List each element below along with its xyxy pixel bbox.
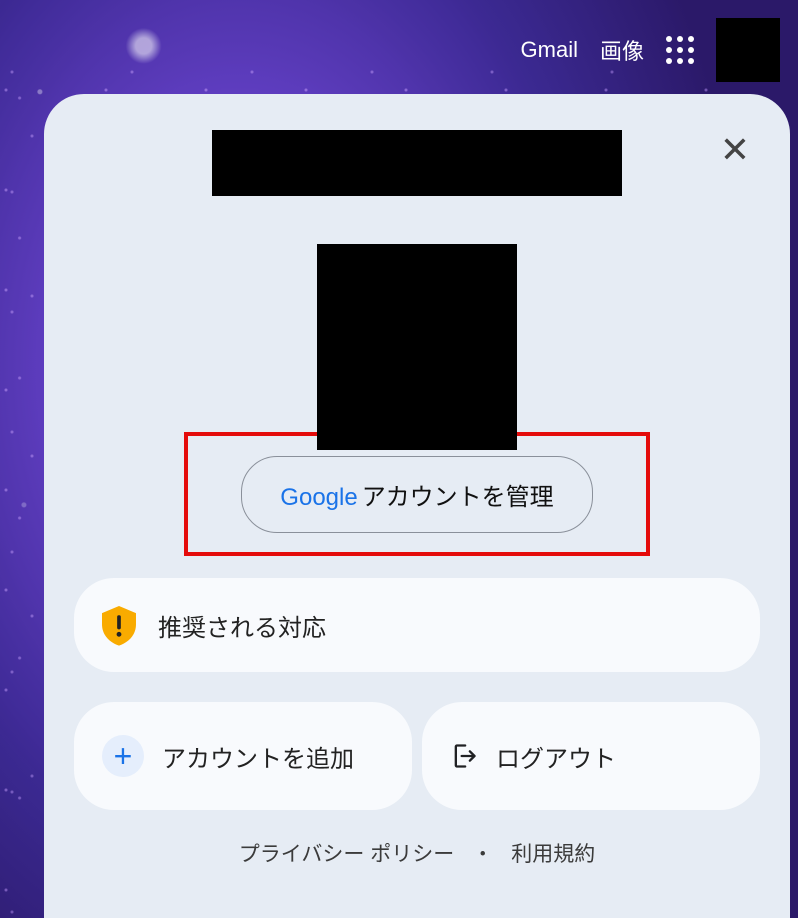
footer-separator: ・ — [472, 838, 493, 868]
highlight-annotation: Google アカウントを管理 — [184, 432, 650, 556]
manage-button-google-text: Google — [280, 484, 357, 512]
apps-grid-icon[interactable] — [666, 36, 694, 64]
gmail-link[interactable]: Gmail — [521, 37, 578, 63]
add-account-label: アカウントを追加 — [162, 739, 354, 774]
terms-link[interactable]: 利用規約 — [511, 838, 595, 868]
account-avatar-small[interactable] — [716, 18, 780, 82]
panel-footer: プライバシー ポリシー ・ 利用規約 — [239, 838, 595, 868]
recommended-actions-row[interactable]: 推奨される対応 — [74, 578, 760, 672]
account-panel: ✕ Google アカウントを管理 推奨される対応 + アカウントを追加 — [44, 94, 790, 918]
logout-button[interactable]: ログアウト — [422, 702, 760, 810]
add-account-button[interactable]: + アカウントを追加 — [74, 702, 412, 810]
account-avatar-large — [317, 244, 517, 450]
logout-icon — [450, 742, 478, 770]
plus-icon: + — [102, 735, 144, 777]
top-bar: Gmail 画像 — [521, 18, 780, 82]
manage-google-account-button[interactable]: Google アカウントを管理 — [241, 456, 592, 533]
images-link[interactable]: 画像 — [600, 34, 644, 66]
logout-label: ログアウト — [496, 739, 616, 774]
close-icon[interactable]: ✕ — [720, 132, 750, 168]
privacy-policy-link[interactable]: プライバシー ポリシー — [239, 838, 454, 868]
account-actions-row: + アカウントを追加 ログアウト — [74, 702, 760, 810]
account-email-redacted — [212, 130, 622, 196]
shield-alert-icon — [102, 606, 136, 644]
recommended-actions-label: 推奨される対応 — [158, 608, 326, 643]
manage-button-rest-text: アカウントを管理 — [362, 477, 554, 512]
